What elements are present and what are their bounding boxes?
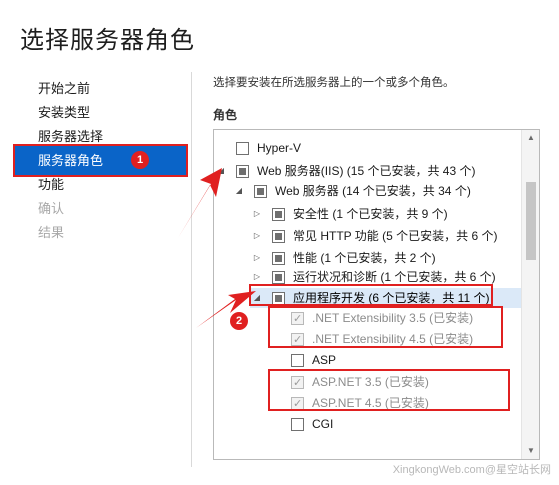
annotation-arrow-1	[178, 168, 222, 238]
watermark: XingkongWeb.com@星空站长网	[392, 464, 551, 476]
annotation-arrow-2	[196, 291, 256, 328]
annotation-arrows	[178, 168, 256, 328]
